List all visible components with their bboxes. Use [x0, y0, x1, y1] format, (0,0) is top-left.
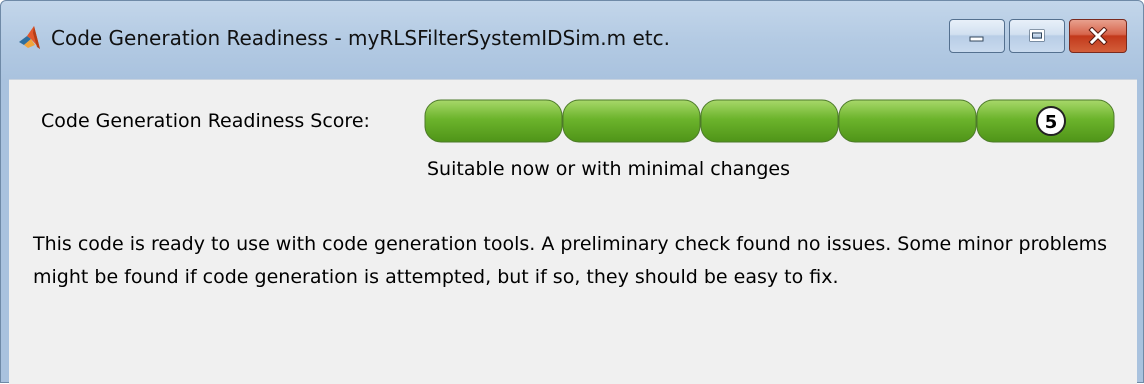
dialog-content: Code Generation Readiness Score: 5 Suita…	[9, 79, 1137, 384]
score-segment	[562, 99, 701, 143]
minimize-icon	[969, 36, 984, 42]
close-icon	[1088, 27, 1108, 45]
dialog-window: Code Generation Readiness - myRLSFilterS…	[0, 0, 1144, 384]
readiness-status: Suitable now or with minimal changes	[427, 158, 791, 180]
minimize-button[interactable]	[949, 19, 1005, 53]
matlab-membrane-icon	[19, 26, 40, 49]
title-bar[interactable]: Code Generation Readiness - myRLSFilterS…	[1, 1, 1143, 79]
score-segment	[424, 99, 563, 143]
score-number: 5	[1045, 112, 1058, 133]
score-segment	[838, 99, 977, 143]
close-button[interactable]	[1069, 19, 1127, 53]
window-title: Code Generation Readiness - myRLSFilterS…	[51, 26, 670, 50]
readiness-description: This code is ready to use with code gene…	[33, 233, 1108, 288]
readiness-score-bar: 5	[424, 99, 1115, 143]
maximize-button[interactable]	[1009, 19, 1065, 53]
maximize-icon	[1029, 29, 1045, 42]
score-label: Code Generation Readiness Score:	[41, 110, 370, 132]
caption-buttons	[949, 19, 1131, 55]
score-segment	[700, 99, 839, 143]
